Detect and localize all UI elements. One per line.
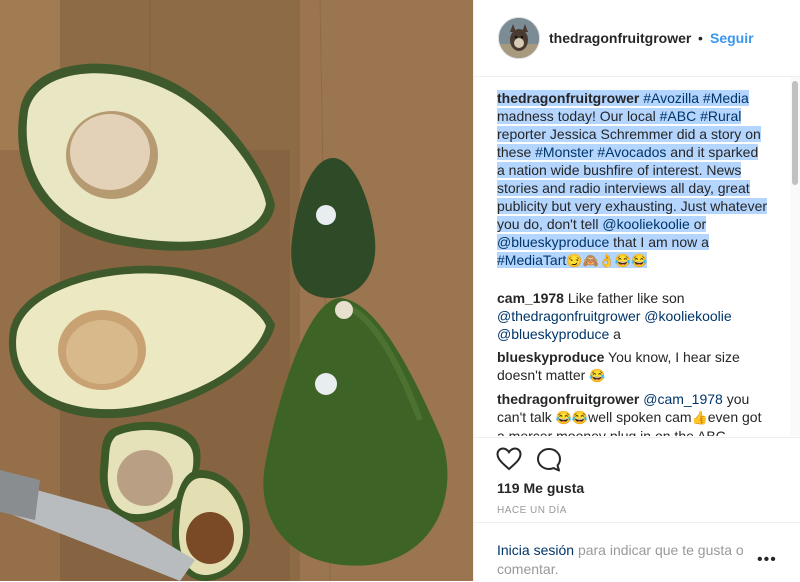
- hashtag[interactable]: #Media: [703, 90, 749, 106]
- avatar[interactable]: [498, 17, 540, 59]
- separator-dot: •: [698, 30, 703, 46]
- post-timestamp: HACE UN DÍA: [497, 505, 567, 516]
- mention[interactable]: @blueskyproduce: [497, 234, 609, 250]
- comment-username[interactable]: thedragonfruitgrower: [497, 391, 639, 407]
- mention[interactable]: @blueskyproduce: [497, 326, 609, 342]
- action-bar: [474, 437, 800, 478]
- comment-text: a: [613, 326, 621, 342]
- follow-button[interactable]: Seguir: [710, 30, 754, 46]
- mention[interactable]: @thedragonfruitgrower: [497, 308, 640, 324]
- emoji: 😂😂: [555, 410, 589, 425]
- heart-icon[interactable]: [496, 447, 522, 471]
- emoji: 😏🙈👌😂😂: [566, 253, 648, 268]
- post-side-panel: thedragonfruitgrower • Seguir thedragonf…: [473, 0, 800, 581]
- avocado-photo: [0, 0, 473, 581]
- caption-text: madness today! Our local: [497, 108, 656, 124]
- caption-username[interactable]: thedragonfruitgrower: [497, 90, 639, 106]
- comments-scrollbar[interactable]: [790, 77, 800, 436]
- more-options-icon[interactable]: •••: [757, 551, 777, 569]
- comment: cam_1978 Like father like son @thedragon…: [497, 289, 769, 343]
- comment: thedragonfruitgrower @cam_1978 you can't…: [497, 390, 769, 436]
- post-username[interactable]: thedragonfruitgrower: [549, 30, 691, 46]
- comment-username[interactable]: cam_1978: [497, 290, 564, 306]
- hashtag[interactable]: #ABC: [660, 108, 697, 124]
- emoji: 👍: [691, 410, 708, 425]
- comment-icon[interactable]: [536, 447, 562, 473]
- comment: blueskyproduce You know, I hear size doe…: [497, 348, 769, 385]
- hashtag[interactable]: #Avozilla: [643, 90, 699, 106]
- mention[interactable]: @cam_1978: [643, 391, 723, 407]
- likes-count[interactable]: 119 Me gusta: [497, 480, 584, 496]
- comments-list[interactable]: thedragonfruitgrower #Avozilla #Media ma…: [474, 77, 790, 436]
- comment-text: Like father like son: [567, 290, 685, 306]
- scrollbar-thumb[interactable]: [792, 81, 798, 185]
- post-header: thedragonfruitgrower • Seguir: [474, 0, 800, 77]
- caption-text: or: [693, 216, 707, 232]
- mention[interactable]: @kooliekoolie: [644, 308, 731, 324]
- mention[interactable]: @kooliekoolie: [602, 216, 689, 232]
- emoji: 😂: [589, 368, 606, 383]
- hashtag[interactable]: #Monster: [535, 144, 593, 160]
- post-photo: [0, 0, 473, 581]
- hashtag[interactable]: #Avocados: [597, 144, 666, 160]
- comment-username[interactable]: blueskyproduce: [497, 349, 604, 365]
- dog-avatar-icon: [499, 18, 539, 58]
- caption: thedragonfruitgrower #Avozilla #Media ma…: [497, 89, 769, 270]
- login-footer: Inicia sesión para indicar que te gusta …: [474, 522, 800, 582]
- hashtag[interactable]: #Rural: [700, 108, 741, 124]
- login-link[interactable]: Inicia sesión: [497, 542, 574, 558]
- comment-text: well spoken cam: [588, 409, 692, 425]
- hashtag[interactable]: #MediaTart: [497, 252, 566, 268]
- login-prompt: Inicia sesión para indicar que te gusta …: [497, 541, 757, 579]
- caption-text: that I am now a: [613, 234, 709, 250]
